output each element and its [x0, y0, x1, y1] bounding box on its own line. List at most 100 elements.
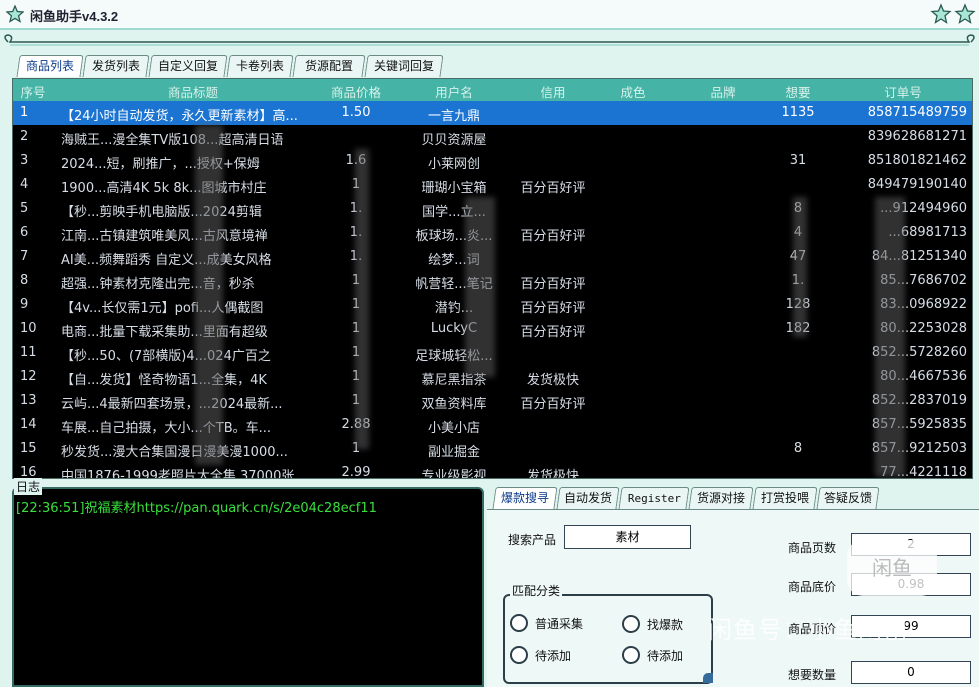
tab-source-config[interactable]: 货源配置	[292, 55, 366, 77]
cell-idx: 14	[20, 417, 37, 432]
tab-product-list[interactable]: 商品列表	[16, 55, 84, 77]
minimize-icon[interactable]	[930, 3, 952, 25]
match-category-label: 匹配分类	[510, 582, 563, 599]
tab-register[interactable]: Register	[618, 487, 690, 509]
table-row[interactable]: 14车展...自己拍摄，大小...个TB。车...2.88小美小店857...5…	[13, 413, 972, 437]
radio-label: 待添加	[647, 648, 684, 663]
header-cell[interactable]: 商品价格	[319, 82, 393, 101]
cell-credit: 百分百好评	[520, 277, 586, 292]
table-row[interactable]: 1 【24小时自动发货，永久更新素材】高... 1.50 一言九鼎 1135 858715…	[13, 101, 972, 125]
cell-order: 839628681271	[867, 129, 967, 144]
radio-circle-icon	[622, 646, 640, 664]
cell-credit: 百分百好评	[520, 325, 586, 340]
cell-want: 8	[793, 441, 803, 456]
cell-title: 中国1876-1999老照片大全集 37000张	[61, 469, 295, 479]
cell-user: 贝贝资源屋	[421, 133, 487, 148]
cell-idx: 3	[20, 153, 29, 168]
cell-credit: 发货极快	[526, 373, 579, 388]
want-count-input[interactable]: 0	[851, 661, 971, 684]
radio-pending-1[interactable]: 待添加	[510, 646, 571, 664]
radio-normal-collect[interactable]: 普通采集	[510, 614, 583, 632]
want-count-label: 想要数量	[788, 668, 837, 682]
radio-label: 待添加	[535, 648, 572, 663]
tab-keyword-reply[interactable]: 关键词回复	[364, 55, 444, 77]
tab-custom-reply[interactable]: 自定义回复	[148, 55, 228, 77]
table-row[interactable]: 2 海贼王...漫全集TV版108...超高清日语 贝贝资源屋 83962868127…	[13, 125, 972, 149]
tab-source-connect[interactable]: 货源对接	[688, 487, 754, 509]
search-input[interactable]: 素材	[564, 525, 691, 549]
cell-order: 857...5925835	[871, 417, 967, 432]
cell-idx: 1	[20, 105, 29, 120]
cell-idx: 5	[20, 201, 29, 216]
cell-title: 秒发货...漫大合集国漫日漫美漫1000...	[61, 445, 288, 460]
tab-label: 卡卷列表	[235, 59, 284, 73]
cell-title: 【自...发货】怪奇物语1...全集，4K	[61, 373, 267, 388]
header-cell[interactable]: 品牌	[693, 82, 753, 101]
cell-title: 1900...高清4K 5k 8k...图城市村庄	[61, 181, 267, 196]
log-label: 日志	[14, 478, 43, 495]
radio-circle-icon	[622, 615, 640, 633]
table-row[interactable]: 15秒发货...漫大合集国漫日漫美漫1000...1副业掘金8857...921…	[13, 437, 972, 461]
title-bar: 闲鱼助手v4.3.2	[0, 0, 979, 30]
header-cell[interactable]: 想要	[763, 82, 833, 101]
log-line: [22:36:51]祝福素材https://pan.quark.cn/s/2e0…	[16, 501, 377, 516]
header-cell[interactable]: 信用	[513, 82, 593, 101]
cell-order: 857...9212503	[871, 441, 967, 456]
radio-find-hot[interactable]: 找爆款	[622, 615, 683, 633]
tab-label: 商品列表	[25, 59, 74, 73]
tab-label: 货源配置	[304, 59, 353, 73]
tab-tip[interactable]: 打赏投喂	[752, 487, 818, 509]
decorative-border	[4, 34, 975, 46]
cell-user: 副业掘金	[427, 445, 480, 460]
cell-credit: 发货极快	[526, 469, 579, 479]
cell-title: 电商...批量下载采集助...里面有超级	[61, 325, 268, 340]
radio-pending-2[interactable]: 待添加	[622, 646, 683, 664]
cell-price: 2.99	[341, 465, 371, 479]
cell-idx: 13	[20, 393, 37, 408]
cell-order: 851801821462	[867, 153, 967, 168]
watermark-text: 闲鱼号：小鱼网创	[708, 616, 908, 644]
radio-label: 普通采集	[535, 616, 584, 631]
tab-auto-ship[interactable]: 自动发货	[556, 487, 620, 509]
tab-faq[interactable]: 答疑反馈	[816, 487, 880, 509]
cell-title: 超强...钟素材克隆出完...音，秒杀	[61, 277, 255, 292]
header-cell[interactable]: 订单号	[843, 82, 963, 101]
table-row[interactable]: 32024...短，刷推广，...授权+保姆1.6小莱网创31851801821…	[13, 149, 972, 173]
cell-title: 【24小时自动发货，永久更新素材】高...	[61, 109, 298, 124]
tab-shipping-list[interactable]: 发货列表	[82, 55, 150, 77]
table-row[interactable]: 41900...高清4K 5k 8k...图城市村庄1珊瑚小宝箱百分百好评849…	[13, 173, 972, 197]
tab-label: 发货列表	[91, 59, 140, 73]
tab-label: 自定义回复	[157, 59, 218, 73]
cell-order: 849479190140	[867, 177, 967, 192]
tab-card-list[interactable]: 卡卷列表	[226, 55, 294, 77]
cell-idx: 9	[20, 297, 29, 312]
cell-title: 【秒...剪映手机电脑版...2024剪辑	[61, 205, 262, 220]
cell-order: 852...2837019	[871, 393, 967, 408]
tab-label: 关键词回复	[373, 59, 434, 73]
close-icon[interactable]	[954, 3, 976, 25]
radio-circle-icon	[510, 646, 528, 664]
header-cell[interactable]: 用户名	[399, 82, 509, 101]
blur-mask	[793, 197, 807, 337]
cell-user: 专业级影视	[421, 469, 487, 479]
log-panel[interactable]: [22:36:51]祝福素材https://pan.quark.cn/s/2e0…	[12, 487, 484, 687]
cell-credit: 百分百好评	[520, 301, 586, 316]
header-cell[interactable]: 序号	[15, 82, 51, 101]
tab-label: 货源对接	[696, 491, 745, 505]
tab-label: 打赏投喂	[760, 491, 809, 505]
cell-credit: 百分百好评	[520, 397, 586, 412]
cell-user: 珊瑚小宝箱	[421, 181, 487, 196]
header-cell[interactable]: 商品标题	[73, 82, 313, 101]
table-row[interactable]: 13云屿...4最新四套场景，...2024最新...1双鱼资料库百分百好评85…	[13, 389, 972, 413]
tab-label: Register	[627, 492, 681, 505]
cell-title: 海贼王...漫全集TV版108...超高清日语	[61, 133, 284, 148]
header-cell[interactable]: 成色	[603, 82, 663, 101]
table-header: 序号 商品标题 商品价格 用户名 信用 成色 品牌 想要 订单号	[13, 79, 972, 101]
window-title: 闲鱼助手v4.3.2	[30, 9, 119, 24]
product-table: 序号 商品标题 商品价格 用户名 信用 成色 品牌 想要 订单号 1 【24小时自…	[12, 78, 973, 479]
cell-idx: 15	[20, 441, 37, 456]
tab-hot-search[interactable]: 爆款搜寻	[492, 487, 558, 509]
cell-title: 【4v...长仅需1元】pofi...人偶截图	[61, 301, 264, 316]
table-row[interactable]: 16 中国1876-1999老照片大全集 37000张 2.99 专业级影视 发货极快 7…	[13, 461, 972, 479]
cell-idx: 11	[20, 345, 37, 360]
